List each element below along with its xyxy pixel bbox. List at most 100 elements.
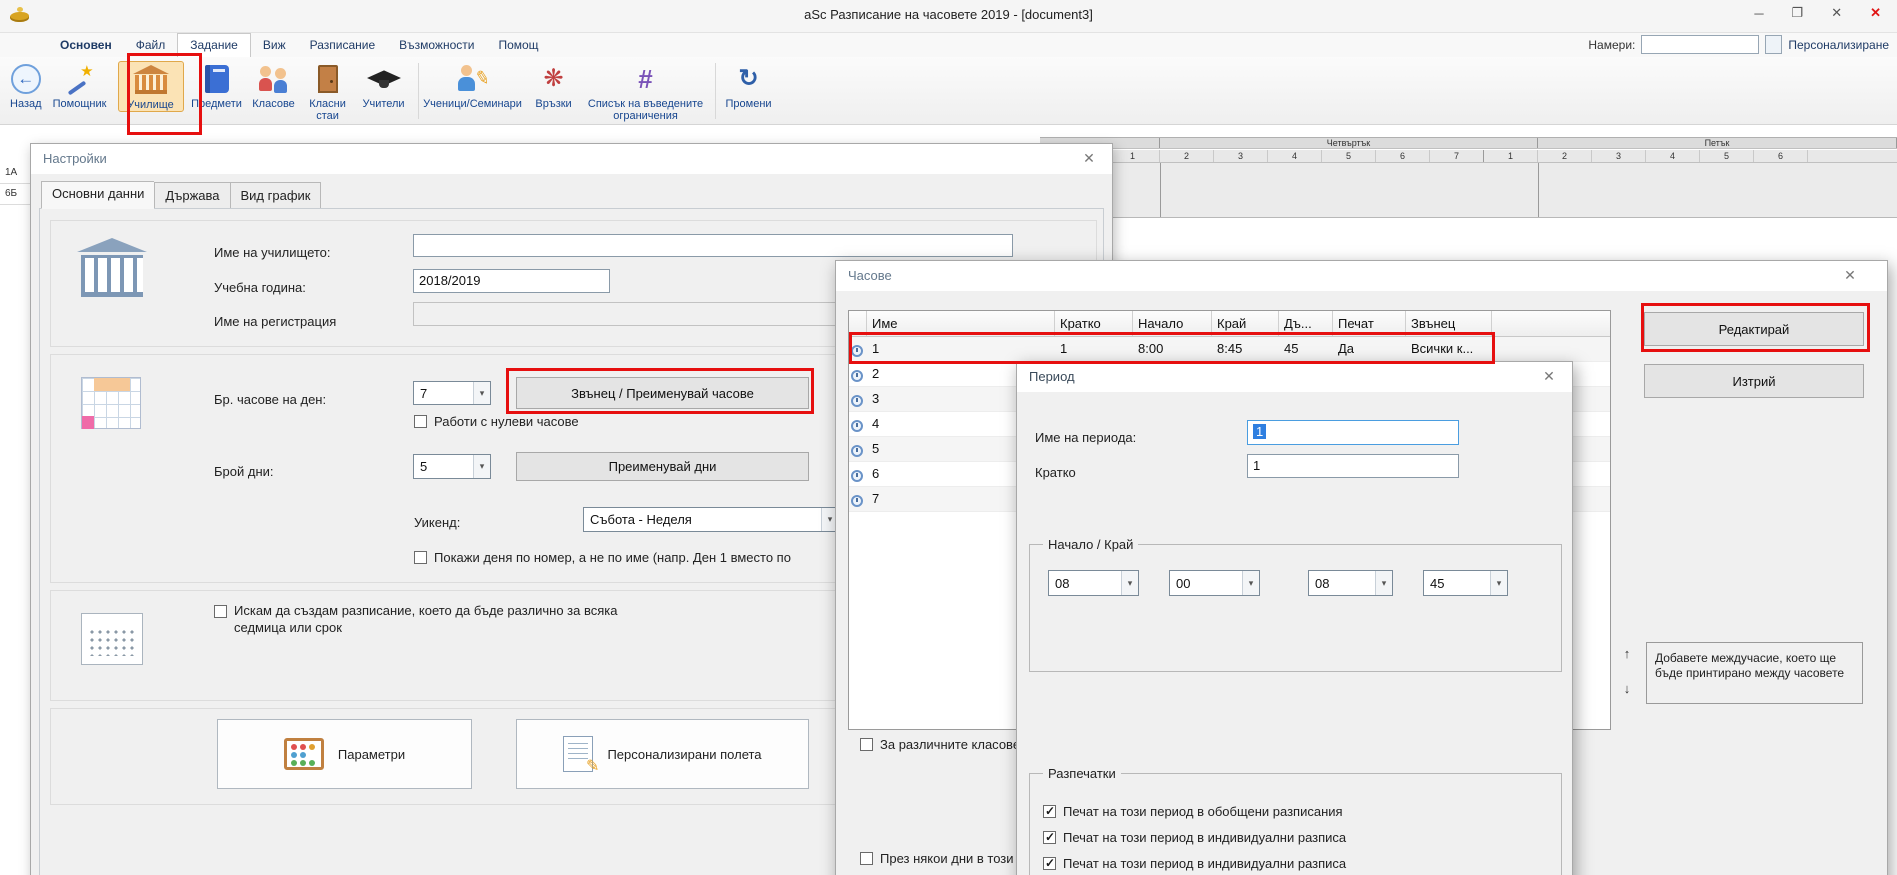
personalize-link[interactable]: Персонализиране [1788, 38, 1889, 52]
custom-fields-button[interactable]: ✎ Персонализирани полета [516, 719, 809, 789]
some-days-checkbox[interactable] [860, 852, 873, 865]
delete-period-button[interactable]: Изтрий [1644, 364, 1864, 398]
end-hour-select[interactable]: 08 [1308, 570, 1393, 596]
end-minute-select[interactable]: 45 [1423, 570, 1508, 596]
bell-rename-hours-button[interactable]: Звънец / Преименувай часове [516, 377, 809, 409]
rename-days-button[interactable]: Преименувай дни [516, 452, 809, 481]
periods-dialog-titlebar[interactable]: Часове ✕ [836, 261, 1887, 291]
chevron-down-icon [1375, 571, 1392, 595]
menu-tab-vazmozhnosti[interactable]: Възможности [387, 34, 486, 57]
period-cell: 2 [1160, 150, 1214, 162]
toolbar-links-button[interactable]: ❋ Връзки [529, 61, 579, 110]
toolbar-teachers-button[interactable]: Учители [358, 61, 410, 110]
print-summary-checkbox[interactable] [1043, 805, 1056, 818]
period-cell: 6 [1376, 150, 1430, 162]
toolbar-label: Връзки [535, 98, 571, 110]
header-bell[interactable]: Звънец [1406, 311, 1492, 336]
toolbar-separator [715, 63, 716, 119]
periods-close-icon[interactable]: ✕ [1839, 267, 1861, 284]
tab-country[interactable]: Държава [154, 182, 229, 209]
toolbar-subjects-button[interactable]: Предмети [190, 61, 244, 110]
period-dialog-title: Период [1029, 369, 1075, 384]
add-break-note: Добавете междучасие, което ще бъде принт… [1646, 642, 1863, 704]
toolbar-label: Ученици/Семинари [423, 98, 522, 110]
day-number-checkbox[interactable] [414, 551, 427, 564]
hours-per-day-label: Бр. часове на ден: [214, 392, 326, 407]
period-cell: 4 [1268, 150, 1322, 162]
header-short[interactable]: Кратко [1055, 311, 1133, 336]
edit-period-button[interactable]: Редактирай [1644, 312, 1864, 346]
different-classes-checkbox[interactable] [860, 738, 873, 751]
clock-icon [851, 370, 863, 382]
school-name-input[interactable] [413, 234, 1013, 257]
period-cell: 3 [1592, 150, 1646, 162]
back-icon: ← [11, 64, 41, 94]
toolbar-classes-button[interactable]: Класове [250, 61, 298, 110]
print-individual-checkbox[interactable] [1043, 831, 1056, 844]
period-cell: 1 [1484, 150, 1538, 162]
period-short-input[interactable]: 1 [1247, 454, 1459, 478]
menu-tab-razpisanie[interactable]: Разписание [298, 34, 388, 57]
weekend-select[interactable]: Събота - Неделя [583, 507, 839, 532]
period-name-input[interactable]: 1 [1247, 420, 1459, 445]
tab-schedule-type[interactable]: Вид график [230, 182, 322, 209]
menu-tab-vizh[interactable]: Виж [251, 34, 298, 57]
start-hour-select[interactable]: 08 [1048, 570, 1139, 596]
clock-icon [851, 445, 863, 457]
registration-label: Име на регистрация [214, 314, 336, 329]
minimize-button[interactable]: ─ [1754, 6, 1763, 21]
weekly-schedule-checkbox[interactable] [214, 605, 227, 618]
move-down-button[interactable]: ↓ [1618, 679, 1636, 699]
toolbar-wizard-button[interactable]: ★ Помощник [48, 61, 112, 110]
header-name[interactable]: Име [867, 311, 1055, 336]
days-count-select[interactable]: 5 [413, 454, 491, 479]
print-individual-2-checkbox[interactable] [1043, 857, 1056, 870]
refresh-icon: ↻ [738, 66, 758, 92]
move-up-button[interactable]: ↑ [1618, 644, 1636, 664]
book-icon [205, 65, 229, 93]
school-year-label: Учебна година: [214, 280, 306, 295]
titlebar[interactable]: aSc Разписание на часовете 2019 - [docum… [0, 0, 1897, 33]
header-start[interactable]: Начало [1133, 311, 1212, 336]
clock-icon [851, 395, 863, 407]
magic-wand-icon: ★ [65, 64, 95, 94]
close-app-icon[interactable]: ✕ [1870, 5, 1881, 21]
header-duration[interactable]: Дъ... [1279, 311, 1333, 336]
period-close-icon[interactable]: ✕ [1538, 368, 1560, 385]
menubar: Основен Файл Задание Виж Разписание Възм… [0, 33, 1897, 57]
settings-close-icon[interactable]: ✕ [1078, 150, 1100, 167]
clock-icon [851, 420, 863, 432]
find-dropdown-icon[interactable] [1765, 35, 1782, 54]
find-input[interactable] [1641, 35, 1759, 54]
start-end-legend: Начало / Край [1043, 537, 1138, 552]
toolbar-school-button[interactable]: Училище [118, 61, 184, 112]
parameters-button[interactable]: Параметри [217, 719, 472, 789]
period-cell: 4 [1646, 150, 1700, 162]
restore-button[interactable]: ❐ [1792, 5, 1804, 21]
toolbar-changes-button[interactable]: ↻ Промени [720, 61, 778, 110]
period-cell: 3 [1214, 150, 1268, 162]
toolbar-classrooms-button[interactable]: Класни стаи [304, 61, 352, 122]
menu-tab-zadanie[interactable]: Задание [177, 33, 251, 57]
period-dialog-titlebar[interactable]: Период ✕ [1017, 362, 1572, 392]
menu-tab-pomosht[interactable]: Помощ [486, 34, 550, 57]
menu-tab-osnoven[interactable]: Основен [48, 34, 124, 57]
toolbar-label: Класове [252, 98, 295, 110]
settings-dialog-titlebar[interactable]: Настройки ✕ [31, 144, 1112, 174]
toolbar-back-button[interactable]: ← Назад [10, 61, 42, 110]
tab-basic-data[interactable]: Основни данни [41, 181, 154, 209]
period-row-1[interactable]: 1 1 8:00 8:45 45 Да Всички к... [849, 337, 1610, 362]
toolbar-students-seminars-button[interactable]: ✎ Ученици/Семинари [423, 61, 523, 110]
header-print[interactable]: Печат [1333, 311, 1406, 336]
zero-hours-checkbox[interactable] [414, 415, 427, 428]
school-year-input[interactable]: 2018/2019 [413, 269, 610, 293]
start-minute-select[interactable]: 00 [1169, 570, 1260, 596]
period-cell: 5 [1700, 150, 1754, 162]
header-end[interactable]: Край [1212, 311, 1279, 336]
close-document-button[interactable]: ✕ [1831, 5, 1842, 21]
menu-tab-fail[interactable]: Файл [124, 34, 178, 57]
toolbar: ← Назад ★ Помощник Училище Предмети Клас… [0, 57, 1897, 125]
hours-per-day-select[interactable]: 7 [413, 381, 491, 405]
clock-icon [851, 345, 863, 357]
toolbar-constraints-button[interactable]: # Списък на въведените ограничения [585, 61, 707, 122]
